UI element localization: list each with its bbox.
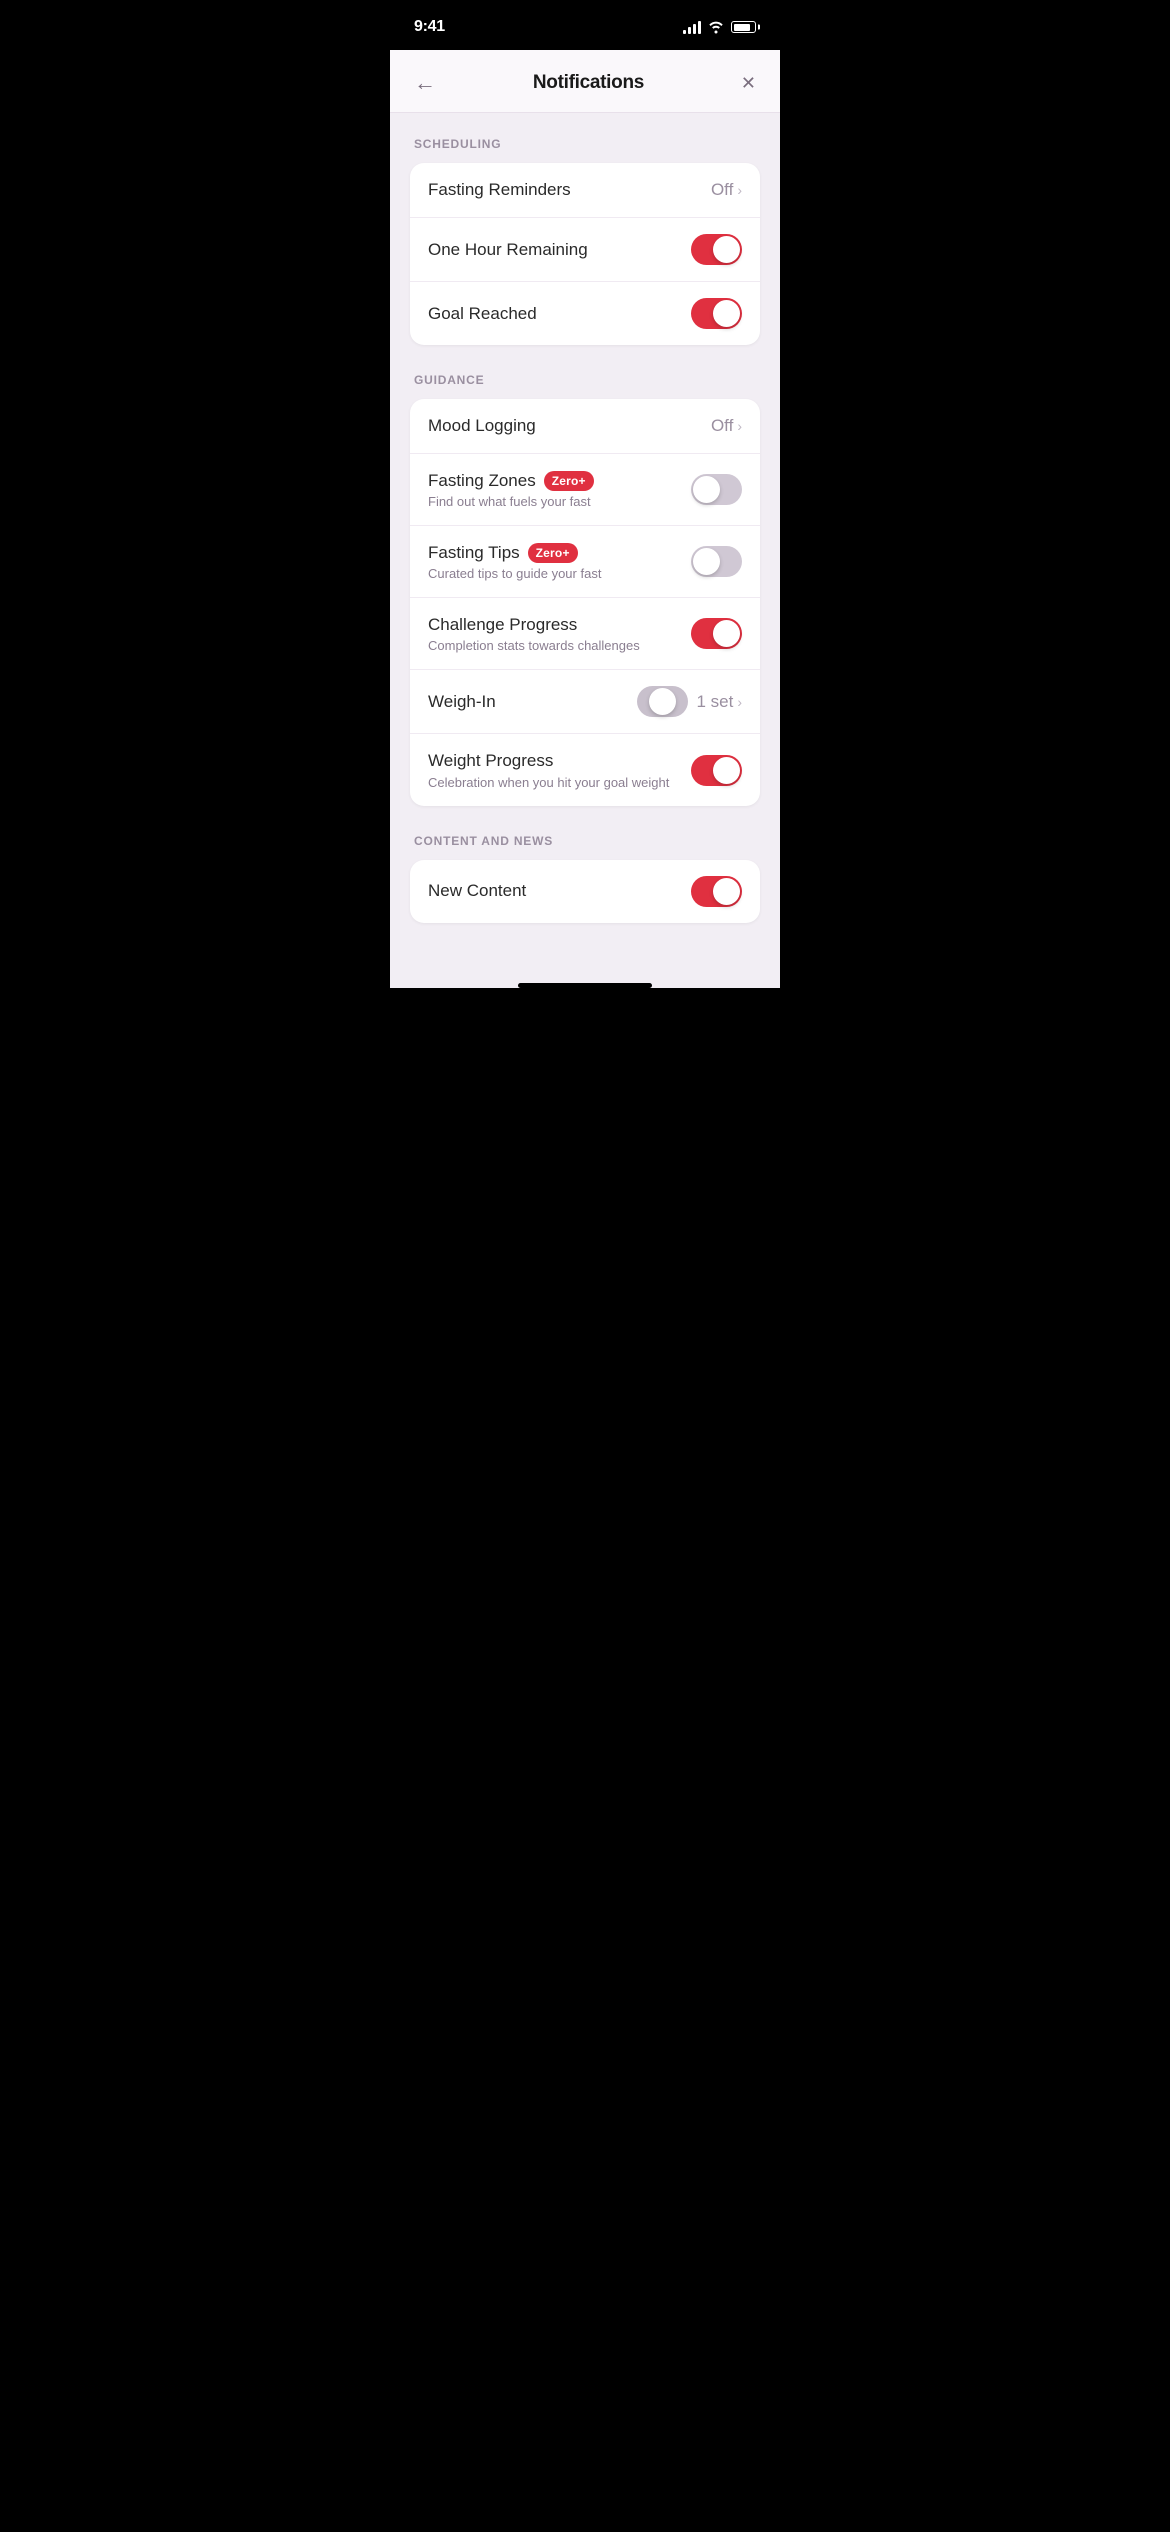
new-content-title: New Content (428, 880, 679, 902)
section-label-guidance: GUIDANCE (410, 373, 760, 387)
fasting-reminders-chevron: › (737, 182, 742, 198)
back-button[interactable]: ← (410, 66, 440, 100)
fasting-tips-subtitle: Curated tips to guide your fast (428, 566, 679, 581)
row-weight-progress: Weight Progress Celebration when you hit… (410, 734, 760, 805)
weigh-in-title: Weigh-In (428, 691, 625, 713)
weigh-in-chevron: › (737, 694, 742, 710)
mood-logging-chevron: › (737, 418, 742, 434)
scroll-content: SCHEDULING Fasting Reminders Off › One H… (390, 113, 780, 975)
row-goal-reached: Goal Reached (410, 282, 760, 345)
scheduling-card: Fasting Reminders Off › One Hour Remaini… (410, 163, 760, 345)
one-hour-remaining-title: One Hour Remaining (428, 239, 679, 261)
weight-progress-title: Weight Progress (428, 750, 679, 772)
challenge-progress-title: Challenge Progress (428, 614, 679, 636)
row-one-hour-remaining: One Hour Remaining (410, 218, 760, 282)
mood-logging-value: Off (711, 416, 733, 436)
home-indicator (518, 983, 652, 988)
row-new-content: New Content (410, 860, 760, 923)
mood-logging-title: Mood Logging (428, 415, 699, 437)
fasting-zones-title: Fasting Zones (428, 470, 536, 492)
fasting-reminders-value: Off (711, 180, 733, 200)
goal-reached-toggle[interactable] (691, 298, 742, 329)
guidance-card: Mood Logging Off › Fasting Zones Zero+ (410, 399, 760, 805)
row-fasting-tips: Fasting Tips Zero+ Curated tips to guide… (410, 526, 760, 598)
fasting-tips-title: Fasting Tips (428, 542, 520, 564)
challenge-progress-subtitle: Completion stats towards challenges (428, 638, 679, 653)
fasting-zones-toggle[interactable] (691, 474, 742, 505)
status-icons (683, 20, 756, 34)
section-label-content-news: CONTENT AND NEWS (410, 834, 760, 848)
row-mood-logging[interactable]: Mood Logging Off › (410, 399, 760, 454)
signal-icon (683, 21, 701, 34)
weigh-in-toggle[interactable] (637, 686, 688, 717)
status-bar: 9:41 (390, 0, 780, 50)
fasting-zones-subtitle: Find out what fuels your fast (428, 494, 679, 509)
fasting-tips-toggle[interactable] (691, 546, 742, 577)
content-news-card: New Content (410, 860, 760, 923)
row-challenge-progress: Challenge Progress Completion stats towa… (410, 598, 760, 670)
one-hour-remaining-toggle[interactable] (691, 234, 742, 265)
fasting-tips-badge: Zero+ (528, 543, 578, 563)
fasting-reminders-title: Fasting Reminders (428, 179, 699, 201)
row-fasting-zones: Fasting Zones Zero+ Find out what fuels … (410, 454, 760, 526)
row-weigh-in[interactable]: Weigh-In 1 set › (410, 670, 760, 734)
weight-progress-subtitle: Celebration when you hit your goal weigh… (428, 775, 679, 790)
weigh-in-value: 1 set (696, 692, 733, 712)
close-button[interactable]: ✕ (737, 69, 760, 98)
nav-header: ← Notifications ✕ (390, 50, 780, 113)
row-fasting-reminders[interactable]: Fasting Reminders Off › (410, 163, 760, 218)
weight-progress-toggle[interactable] (691, 755, 742, 786)
page-title: Notifications (533, 72, 644, 94)
battery-icon (731, 21, 756, 33)
fasting-zones-badge: Zero+ (544, 471, 594, 491)
section-label-scheduling: SCHEDULING (410, 137, 760, 151)
new-content-toggle[interactable] (691, 876, 742, 907)
status-time: 9:41 (414, 18, 445, 36)
main-content: ← Notifications ✕ SCHEDULING Fasting Rem… (390, 50, 780, 988)
wifi-icon (707, 20, 725, 34)
challenge-progress-toggle[interactable] (691, 618, 742, 649)
goal-reached-title: Goal Reached (428, 303, 679, 325)
